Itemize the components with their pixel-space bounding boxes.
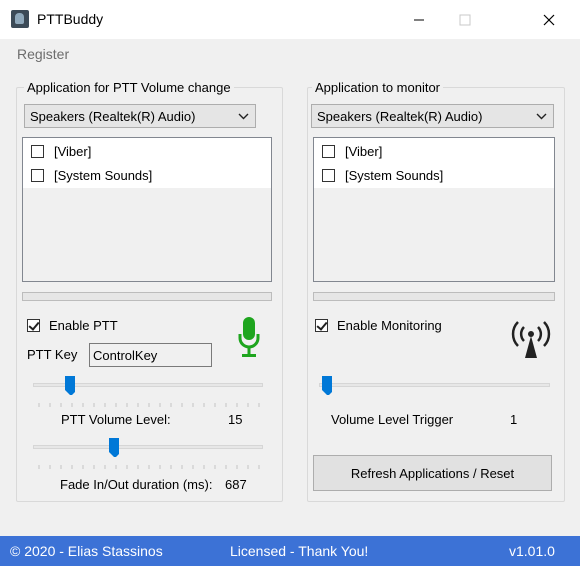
fade-duration-ticks [38, 465, 260, 469]
list-item-checkbox[interactable] [322, 168, 335, 182]
trigger-value: 1 [510, 412, 518, 427]
version-text: v1.01.0 [509, 543, 555, 559]
ptt-device-value: Speakers (Realtek(R) Audio) [30, 109, 196, 124]
ptt-volume-slider-thumb[interactable] [64, 375, 75, 395]
list-item[interactable]: [Viber] [322, 141, 382, 161]
menu-register[interactable]: Register [17, 46, 69, 62]
list-item-checkbox[interactable] [322, 144, 335, 158]
list-item-checkbox[interactable] [31, 168, 44, 182]
maximize-icon [459, 14, 471, 25]
enable-ptt-check[interactable] [27, 319, 40, 332]
list-empty-area [314, 188, 554, 281]
ptt-key-input[interactable] [90, 344, 206, 366]
list-item[interactable]: [System Sounds] [31, 165, 152, 185]
list-item[interactable]: [Viber] [31, 141, 91, 161]
trigger-label: Volume Level Trigger [331, 412, 454, 427]
microphone-icon [238, 317, 260, 357]
chevron-down-icon [238, 113, 249, 120]
menu-bar [0, 39, 580, 68]
list-item-label: [System Sounds] [345, 167, 444, 183]
enable-monitoring-checkbox[interactable]: Enable Monitoring [315, 318, 442, 333]
list-item-label: [Viber] [54, 143, 92, 159]
chevron-down-icon [536, 113, 547, 120]
fade-duration-value: 687 [225, 477, 247, 492]
close-button[interactable] [526, 0, 572, 39]
enable-monitoring-label: Enable Monitoring [337, 318, 442, 333]
refresh-reset-button[interactable]: Refresh Applications / Reset [313, 455, 552, 491]
ptt-app-list[interactable]: [Viber] [System Sounds] [22, 137, 272, 282]
monitor-device-select[interactable]: Speakers (Realtek(R) Audio) [311, 104, 554, 128]
ptt-level-meter [22, 292, 272, 301]
list-item-label: [Viber] [345, 143, 383, 159]
ptt-volume-ticks [38, 403, 260, 407]
ptt-device-select[interactable]: Speakers (Realtek(R) Audio) [24, 104, 256, 128]
minimize-icon [414, 19, 424, 20]
ptt-volume-value: 15 [228, 412, 243, 427]
list-empty-area [23, 188, 271, 281]
monitor-app-list[interactable]: [Viber] [System Sounds] [313, 137, 555, 282]
ptt-key-label: PTT Key [27, 347, 78, 362]
window-title: PTTBuddy [37, 11, 104, 27]
app-icon [11, 10, 29, 28]
ptt-volume-label: PTT Volume Level: [61, 412, 171, 427]
license-text: Licensed - Thank You! [230, 543, 369, 559]
ptt-volume-group-title: Application for PTT Volume change [24, 80, 234, 95]
list-item-checkbox[interactable] [31, 144, 44, 158]
copyright-text: © 2020 - Elias Stassinos [10, 543, 163, 559]
broadcast-antenna-icon [511, 321, 551, 358]
list-item[interactable]: [System Sounds] [322, 165, 443, 185]
fade-duration-label: Fade In/Out duration (ms): [60, 477, 213, 492]
maximize-button [442, 0, 488, 39]
trigger-slider-track[interactable] [319, 383, 550, 387]
enable-monitoring-check[interactable] [315, 319, 328, 332]
monitor-level-meter [313, 292, 555, 301]
monitor-group-title: Application to monitor [312, 80, 444, 95]
fade-duration-slider-track[interactable] [33, 445, 263, 449]
monitor-device-value: Speakers (Realtek(R) Audio) [317, 109, 483, 124]
minimize-button[interactable] [396, 0, 442, 39]
list-item-label: [System Sounds] [54, 167, 153, 183]
fade-duration-slider-thumb[interactable] [108, 437, 119, 457]
ptt-key-field[interactable] [89, 343, 212, 367]
enable-ptt-checkbox[interactable]: Enable PTT [27, 318, 118, 333]
trigger-slider-thumb[interactable] [321, 375, 332, 395]
close-icon [543, 14, 555, 25]
enable-ptt-label: Enable PTT [49, 318, 118, 333]
